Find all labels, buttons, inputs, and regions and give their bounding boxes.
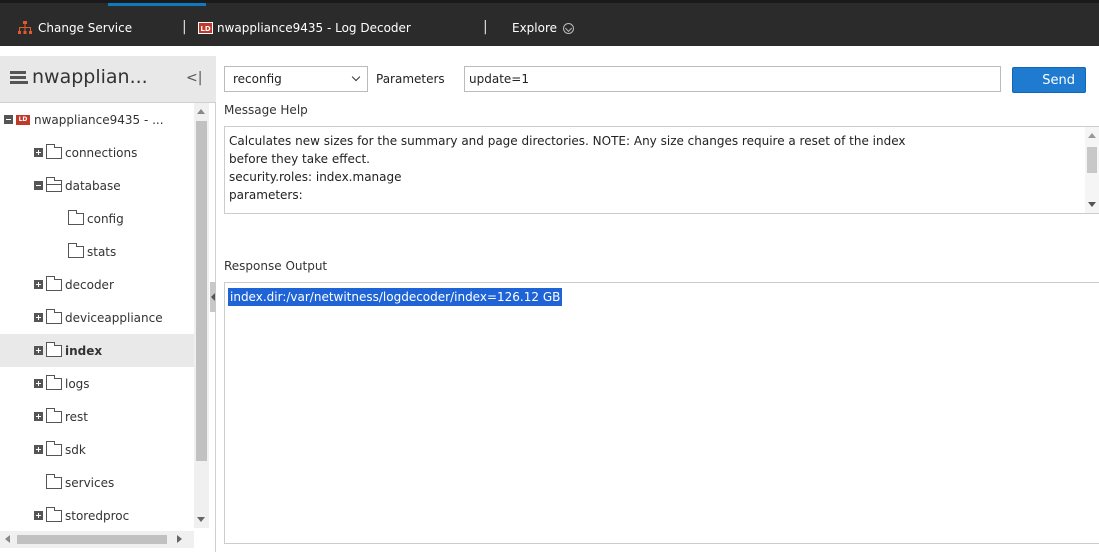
scroll-up-icon[interactable] bbox=[197, 109, 205, 114]
tree-root-node[interactable]: LD nwappliance9435 - ... bbox=[0, 103, 194, 136]
expand-icon[interactable] bbox=[34, 148, 43, 157]
expand-icon[interactable] bbox=[34, 379, 43, 388]
chevron-down-icon bbox=[351, 72, 361, 82]
node-tree: LD nwappliance9435 - ... connections dat… bbox=[0, 103, 194, 549]
top-navigation-bar: Change Service | LD nwappliance9435 - Lo… bbox=[0, 0, 1099, 46]
server-icon bbox=[10, 70, 28, 84]
expand-icon[interactable] bbox=[34, 511, 43, 520]
explore-tree-panel: nwapplian... <| LD nwappliance9435 - ...… bbox=[0, 56, 216, 552]
tree-item-label: logs bbox=[65, 376, 90, 391]
tree-item-label: rest bbox=[65, 409, 89, 424]
tree-item-label: decoder bbox=[65, 277, 114, 292]
service-title: LD nwappliance9435 - Log Decoder bbox=[198, 21, 411, 35]
scrollbar-thumb[interactable] bbox=[196, 121, 207, 461]
folder-icon bbox=[46, 275, 62, 291]
tree-item-deviceappliance[interactable]: deviceappliance bbox=[0, 301, 194, 334]
folder-icon bbox=[46, 308, 62, 324]
send-button[interactable]: Send bbox=[1012, 67, 1086, 93]
topbar-separator: | bbox=[182, 19, 187, 35]
log-decoder-badge-icon: LD bbox=[198, 22, 213, 34]
log-decoder-badge-icon: LD bbox=[16, 114, 30, 125]
tree-item-label: sdk bbox=[65, 442, 86, 457]
tree-horizontal-scrollbar[interactable] bbox=[0, 531, 194, 548]
tree-item-services[interactable]: services bbox=[0, 466, 194, 499]
chevron-down-icon bbox=[563, 22, 575, 34]
scroll-down-icon[interactable] bbox=[1088, 202, 1096, 207]
collapse-icon[interactable] bbox=[4, 115, 13, 124]
tree-item-label: config bbox=[87, 211, 124, 226]
tree-panel-title: nwapplian... bbox=[10, 66, 148, 88]
scroll-up-icon[interactable] bbox=[1088, 133, 1096, 138]
scrollbar-thumb[interactable] bbox=[1087, 147, 1097, 173]
explore-label: Explore bbox=[512, 21, 558, 35]
expand-icon[interactable] bbox=[34, 346, 43, 355]
parameters-input[interactable] bbox=[464, 66, 1001, 92]
scroll-right-icon[interactable] bbox=[177, 535, 182, 543]
tree-item-sdk[interactable]: sdk bbox=[0, 433, 194, 466]
folder-icon bbox=[46, 506, 62, 522]
expand-icon[interactable] bbox=[34, 280, 43, 289]
expand-icon[interactable] bbox=[34, 445, 43, 454]
expand-icon[interactable] bbox=[34, 412, 43, 421]
expand-icon[interactable] bbox=[34, 313, 43, 322]
network-tree-icon bbox=[18, 21, 32, 35]
command-panel: reconfig Parameters Send Message Help Ca… bbox=[216, 56, 1099, 552]
folder-icon bbox=[46, 407, 62, 423]
scroll-down-icon[interactable] bbox=[197, 517, 205, 522]
tree-item-config[interactable]: config bbox=[0, 202, 194, 235]
scroll-left-icon[interactable] bbox=[5, 535, 10, 543]
tree-item-label: index bbox=[65, 343, 103, 358]
response-output-box[interactable]: index.dir:/var/netwitness/logdecoder/ind… bbox=[224, 282, 1099, 544]
tree-item-label: deviceappliance bbox=[65, 310, 163, 325]
active-tab-indicator bbox=[108, 3, 206, 6]
tree-item-decoder[interactable]: decoder bbox=[0, 268, 194, 301]
tree-item-label: services bbox=[65, 475, 115, 490]
folder-icon bbox=[68, 209, 84, 225]
folder-icon bbox=[46, 440, 62, 456]
change-service-label: Change Service bbox=[38, 21, 133, 35]
folder-icon bbox=[46, 143, 62, 159]
tree-item-connections[interactable]: connections bbox=[0, 136, 194, 169]
tree-item-rest[interactable]: rest bbox=[0, 400, 194, 433]
tree-item-index[interactable]: index bbox=[0, 334, 194, 367]
response-output-label: Response Output bbox=[224, 259, 328, 273]
folder-icon bbox=[46, 374, 62, 390]
folder-icon bbox=[46, 473, 62, 489]
tree-item-label: connections bbox=[65, 145, 138, 160]
message-help-box[interactable]: Calculates new sizes for the summary and… bbox=[224, 126, 1099, 214]
tree-item-label: storedproc bbox=[65, 508, 130, 523]
command-select[interactable]: reconfig bbox=[224, 66, 368, 92]
topbar-separator: | bbox=[483, 19, 488, 35]
tree-vertical-scrollbar[interactable] bbox=[194, 103, 209, 528]
command-select-value: reconfig bbox=[233, 72, 282, 86]
tree-item-label: stats bbox=[87, 244, 117, 259]
help-scrollbar[interactable] bbox=[1085, 127, 1099, 213]
service-name-label: nwappliance9435 - Log Decoder bbox=[217, 21, 411, 35]
explore-menu[interactable]: Explore bbox=[512, 21, 575, 35]
scrollbar-thumb[interactable] bbox=[17, 535, 167, 544]
message-help-label: Message Help bbox=[224, 103, 308, 117]
tree-panel-header: nwapplian... <| bbox=[0, 56, 216, 103]
collapse-panel-icon[interactable]: <| bbox=[186, 70, 202, 86]
folder-icon bbox=[46, 341, 62, 357]
tree-item-storedproc[interactable]: storedproc bbox=[0, 499, 194, 532]
folder-icon bbox=[68, 242, 84, 258]
tree-item-stats[interactable]: stats bbox=[0, 235, 194, 268]
tree-item-label: database bbox=[65, 178, 121, 193]
message-help-text: Calculates new sizes for the summary and… bbox=[229, 134, 906, 202]
parameters-label: Parameters bbox=[376, 72, 445, 86]
change-service-button[interactable]: Change Service bbox=[18, 21, 132, 35]
tree-item-database[interactable]: database bbox=[0, 169, 194, 202]
tree-panel-title-text: nwapplian... bbox=[32, 66, 148, 88]
response-output-text[interactable]: index.dir:/var/netwitness/logdecoder/ind… bbox=[228, 288, 563, 306]
tree-item-logs[interactable]: logs bbox=[0, 367, 194, 400]
tree-root-label: nwappliance9435 - ... bbox=[34, 112, 164, 127]
collapse-icon[interactable] bbox=[34, 181, 43, 190]
folder-open-icon bbox=[46, 176, 62, 192]
